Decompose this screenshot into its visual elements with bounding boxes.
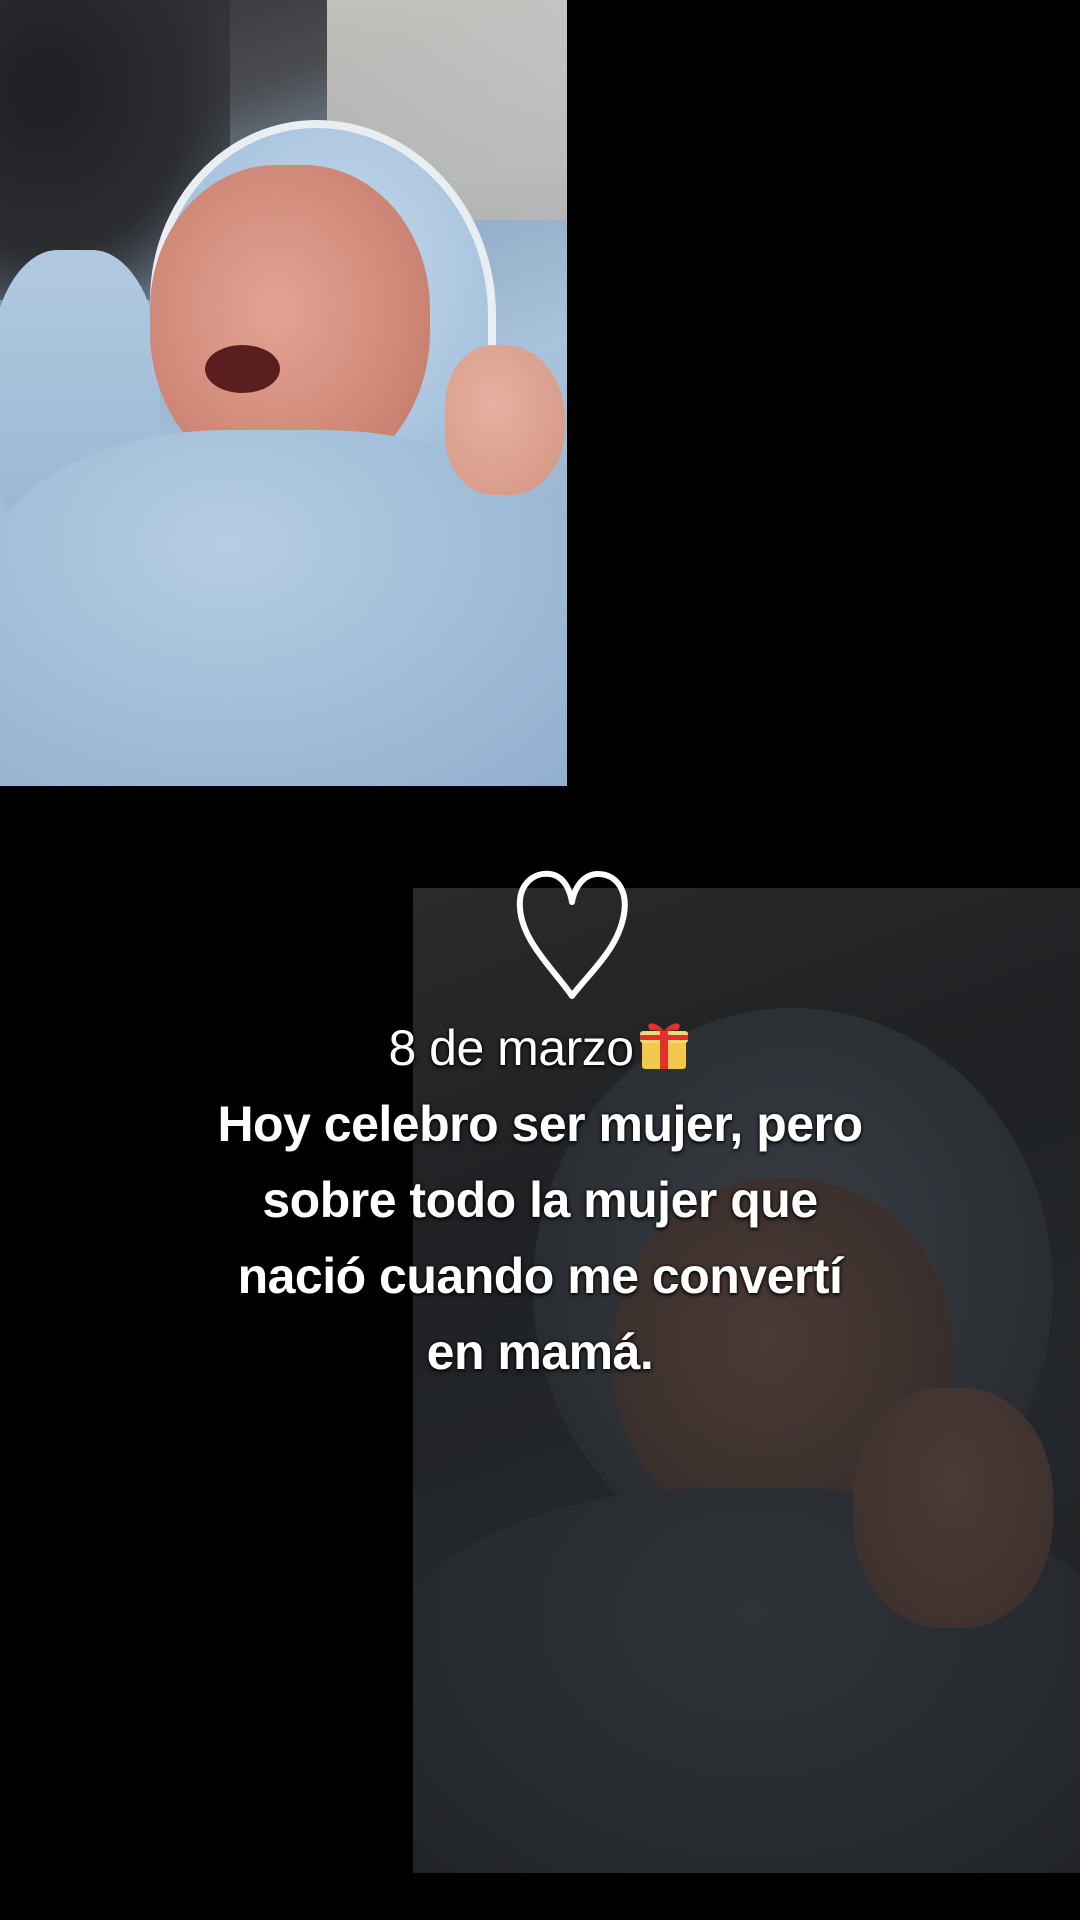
wrapped-gift-icon	[639, 1023, 688, 1069]
heart-outline-icon	[516, 870, 628, 999]
caption-line-3: sobre todo la mujer que	[262, 1172, 818, 1228]
caption-line-2: Hoy celebro ser mujer, pero	[217, 1096, 863, 1152]
baby-hand	[445, 345, 565, 495]
baby-photo-top	[0, 0, 567, 786]
caption-line-4: nació cuando me convertí	[237, 1248, 843, 1304]
caption-line-1: 8 de marzo	[0, 1010, 1080, 1086]
date-text: 8 de marzo	[388, 1020, 634, 1076]
caption-line-5: en mamá.	[426, 1324, 654, 1380]
caption-overlay: 8 de marzo Hoy celebro ser mujer, pero s…	[0, 868, 1080, 1390]
baby-hand-dim	[853, 1388, 1053, 1628]
baby-mouth	[205, 345, 280, 393]
caption-text: 8 de marzo Hoy celebro ser mujer, pero s…	[0, 1010, 1080, 1390]
